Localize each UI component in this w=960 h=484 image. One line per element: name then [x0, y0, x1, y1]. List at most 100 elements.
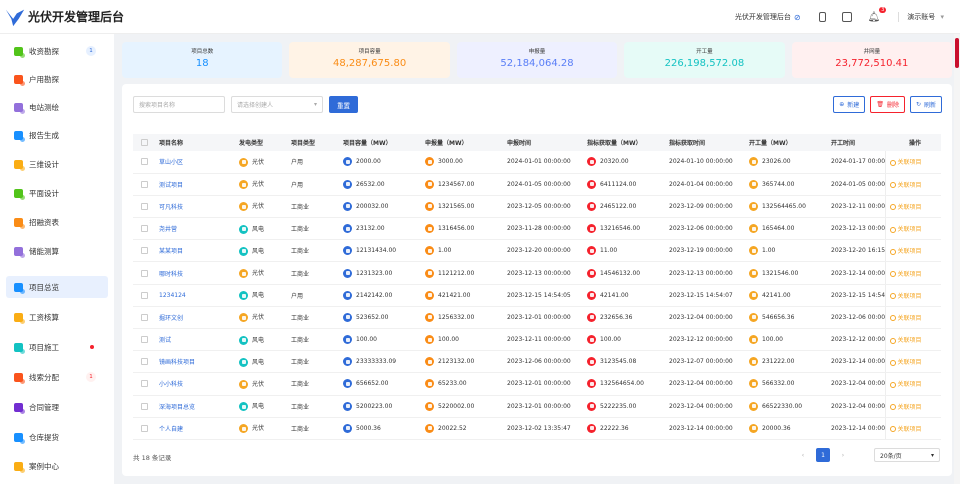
cell-value: 5000.36	[356, 424, 381, 432]
sidebar-item[interactable]: 储能测算	[6, 240, 108, 262]
sidebar-item[interactable]: 平面设计	[6, 182, 108, 204]
refresh-button[interactable]: ↻ 刷新	[909, 96, 942, 113]
sidebar-item[interactable]: 仓库提货	[6, 426, 108, 448]
sidebar-item[interactable]: 项目施工	[6, 336, 108, 358]
link-project-button[interactable]: 关联项目	[884, 284, 941, 307]
table-cell[interactable]: 尧井营	[155, 217, 235, 241]
sidebar-item[interactable]: 项目总览	[6, 276, 108, 298]
table-cell: 风电	[235, 350, 287, 374]
row-checkbox[interactable]	[133, 151, 155, 174]
capacity-icon	[343, 312, 352, 322]
row-checkbox[interactable]	[133, 328, 155, 352]
table-cell[interactable]: 测试	[155, 328, 235, 352]
stat-card: 并网量 23,772,510.41	[791, 42, 953, 78]
link-project-button[interactable]: 关联项目	[884, 350, 941, 374]
table-cell[interactable]: 掘环文创	[155, 306, 235, 330]
start-icon	[749, 246, 758, 256]
table-cell: 1121212.00	[421, 261, 503, 285]
mobile-icon[interactable]	[818, 12, 826, 22]
app-title: 光伏开发管理后台	[28, 10, 125, 24]
row-checkbox[interactable]	[133, 284, 155, 307]
scrollbar-thumb[interactable]	[955, 38, 959, 68]
index-icon	[587, 246, 596, 256]
cell-value: 421421.00	[438, 291, 471, 299]
table-cell: 2023-12-01 00:00:00	[503, 306, 583, 330]
creator-select[interactable]: 请选择创建人 ▾	[231, 96, 323, 113]
admin-link[interactable]: 光伏开发管理后台 ⊘	[735, 12, 801, 22]
table-cell[interactable]: 1234124	[155, 284, 235, 307]
fullscreen-icon[interactable]	[841, 12, 852, 22]
table-cell[interactable]: 小小科技	[155, 372, 235, 396]
create-button[interactable]: ⊕ 新建	[833, 96, 866, 113]
sidebar-item[interactable]: 电站测绘	[6, 96, 108, 118]
reset-button[interactable]: 重置	[329, 96, 358, 113]
sidebar-item[interactable]: 户用勘探	[6, 68, 108, 90]
account-menu[interactable]: 演示账号 ▾	[898, 12, 944, 22]
page-button-current[interactable]: 1	[816, 448, 830, 462]
page-scrollbar[interactable]	[954, 34, 960, 484]
row-checkbox[interactable]	[133, 306, 155, 330]
solar-icon	[239, 269, 248, 279]
row-checkbox[interactable]	[133, 417, 155, 440]
sidebar-item-label: 合同管理	[29, 402, 59, 412]
link-project-button[interactable]: 关联项目	[884, 372, 941, 396]
row-checkbox[interactable]	[133, 195, 155, 219]
table-cell: 13216546.00	[583, 217, 665, 241]
capacity-icon	[343, 268, 352, 278]
row-checkbox[interactable]	[133, 217, 155, 241]
link-project-button[interactable]: 关联项目	[884, 395, 941, 418]
table-cell[interactable]: 深海项目总览	[155, 395, 235, 418]
link-project-button[interactable]: 关联项目	[884, 239, 941, 263]
link-project-button[interactable]: 关联项目	[884, 217, 941, 241]
notification-bell-icon[interactable]: 🔔︎ 3	[868, 6, 887, 23]
link-project-button[interactable]: 关联项目	[884, 417, 941, 440]
sidebar-item[interactable]: 线索分配 1	[6, 366, 108, 388]
table-cell[interactable]: 镜画科技项目	[155, 350, 235, 374]
table-cell[interactable]: 哪时科技	[155, 261, 235, 285]
sidebar-item[interactable]: 案例中心	[6, 455, 108, 477]
row-checkbox[interactable]	[133, 261, 155, 285]
link-project-button[interactable]: 关联项目	[884, 195, 941, 219]
sidebar-item-label: 项目施工	[29, 342, 59, 352]
table-cell[interactable]: 测试项目	[155, 173, 235, 196]
row-checkbox[interactable]	[133, 372, 155, 396]
link-project-button[interactable]: 关联项目	[884, 261, 941, 285]
table-cell[interactable]: 草山小区	[155, 151, 235, 174]
total-count: 共 18 条记录	[133, 454, 172, 462]
row-checkbox[interactable]	[133, 239, 155, 263]
sidebar-item[interactable]: 工资核算	[6, 306, 108, 328]
sidebar-item[interactable]: 收资勘探 1	[6, 40, 108, 62]
row-checkbox[interactable]	[133, 395, 155, 418]
table-cell: 风电	[235, 328, 287, 352]
sidebar-item[interactable]: 招融资表	[6, 211, 108, 233]
select-all-checkbox[interactable]	[133, 134, 155, 151]
prev-page-button[interactable]: ‹	[796, 448, 810, 462]
table-cell[interactable]: 个人自建	[155, 417, 235, 440]
table-cell: 光伏	[235, 173, 287, 196]
table-cell: 3123545.08	[583, 350, 665, 374]
search-input[interactable]: 搜索项目名称	[133, 96, 225, 113]
sidebar-item[interactable]: 三维设计	[6, 153, 108, 175]
link-project-button[interactable]: 关联项目	[884, 306, 941, 330]
table-cell: 5200223.00	[339, 395, 421, 418]
table-cell[interactable]: 可凡科技	[155, 195, 235, 219]
cell-value: 100.00	[600, 336, 621, 344]
row-checkbox[interactable]	[133, 173, 155, 196]
delete-button[interactable]: 🗑︎ 删除	[870, 96, 905, 113]
next-page-button[interactable]: ›	[836, 448, 850, 462]
row-checkbox[interactable]	[133, 350, 155, 374]
table-cell: 2023-12-11 00:00:0	[827, 195, 885, 219]
link-project-button[interactable]: 关联项目	[884, 173, 941, 196]
table-cell: 2023-12-04 00:00:0	[827, 372, 885, 396]
sidebar-item[interactable]: 合同管理	[6, 396, 108, 418]
link-project-label: 关联项目	[897, 159, 922, 167]
sidebar-item-label: 收资勘探	[29, 46, 59, 56]
table-cell: 2023-12-20 16:15:	[827, 239, 885, 263]
table-cell[interactable]: 某某项目	[155, 239, 235, 263]
wind-icon	[239, 402, 248, 412]
page-size-select[interactable]: 20条/页 ▾	[874, 448, 940, 462]
sidebar-item[interactable]: 报告生成	[6, 124, 108, 146]
link-project-button[interactable]: 关联项目	[884, 328, 941, 352]
link-project-button[interactable]: 关联项目	[884, 151, 941, 174]
project-panel: 搜索项目名称 请选择创建人 ▾ 重置 ⊕ 新建 🗑︎ 删除 ↻ 刷新 项目名称 …	[122, 84, 952, 476]
